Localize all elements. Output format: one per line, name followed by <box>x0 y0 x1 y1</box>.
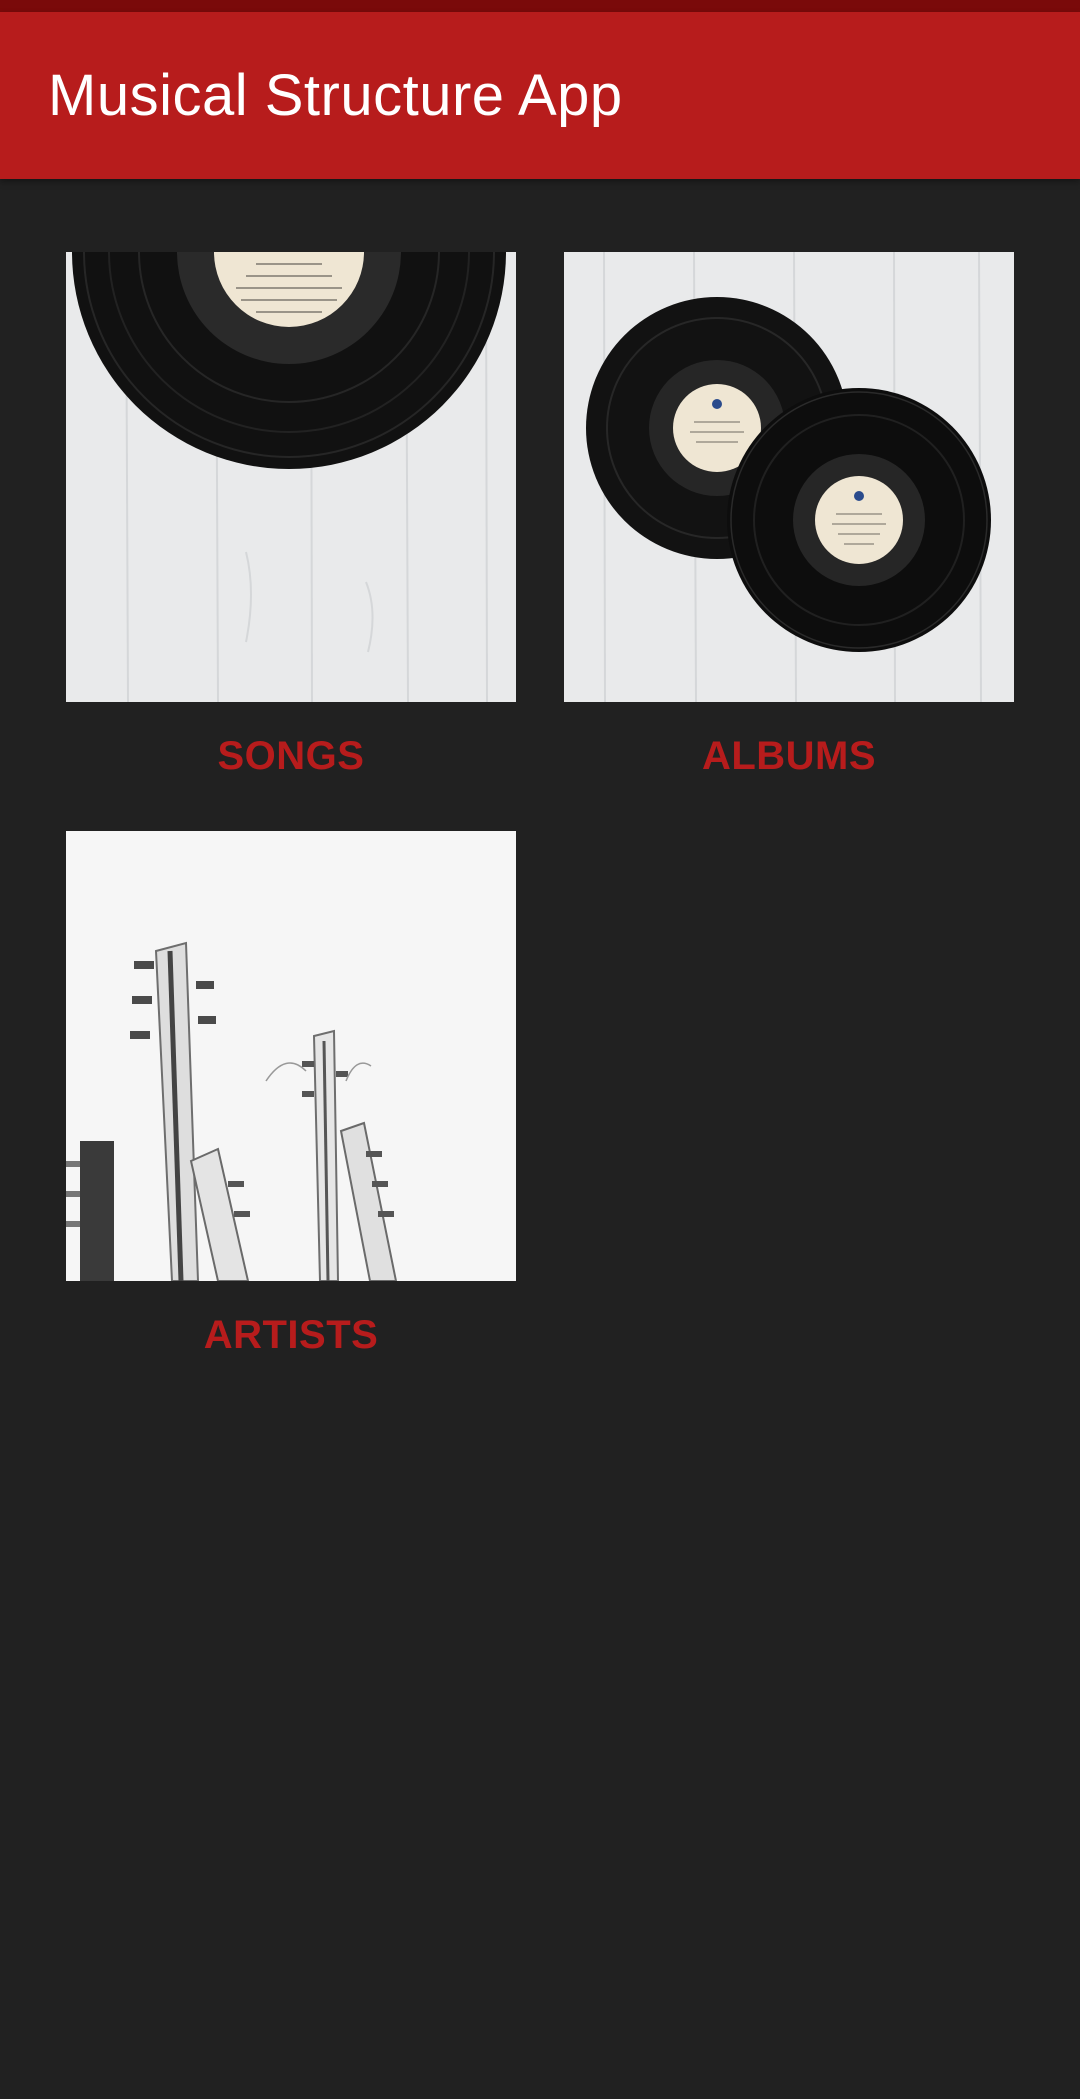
artists-card[interactable]: ARTISTS <box>66 831 516 1358</box>
artists-image <box>66 831 516 1281</box>
songs-image <box>66 252 516 702</box>
albums-card[interactable]: ALBUMS <box>564 252 1014 779</box>
songs-label: SONGS <box>217 734 365 778</box>
app-title: Musical Structure App <box>48 63 623 128</box>
songs-card[interactable]: SONGS <box>66 252 516 779</box>
status-bar <box>0 0 1080 12</box>
category-grid: SONGS ALBUMS ARTISTS <box>0 179 1080 2099</box>
albums-label: ALBUMS <box>701 734 877 778</box>
albums-image <box>564 252 1014 702</box>
artists-label: ARTISTS <box>203 1313 379 1357</box>
app-bar: Musical Structure App <box>0 12 1080 179</box>
